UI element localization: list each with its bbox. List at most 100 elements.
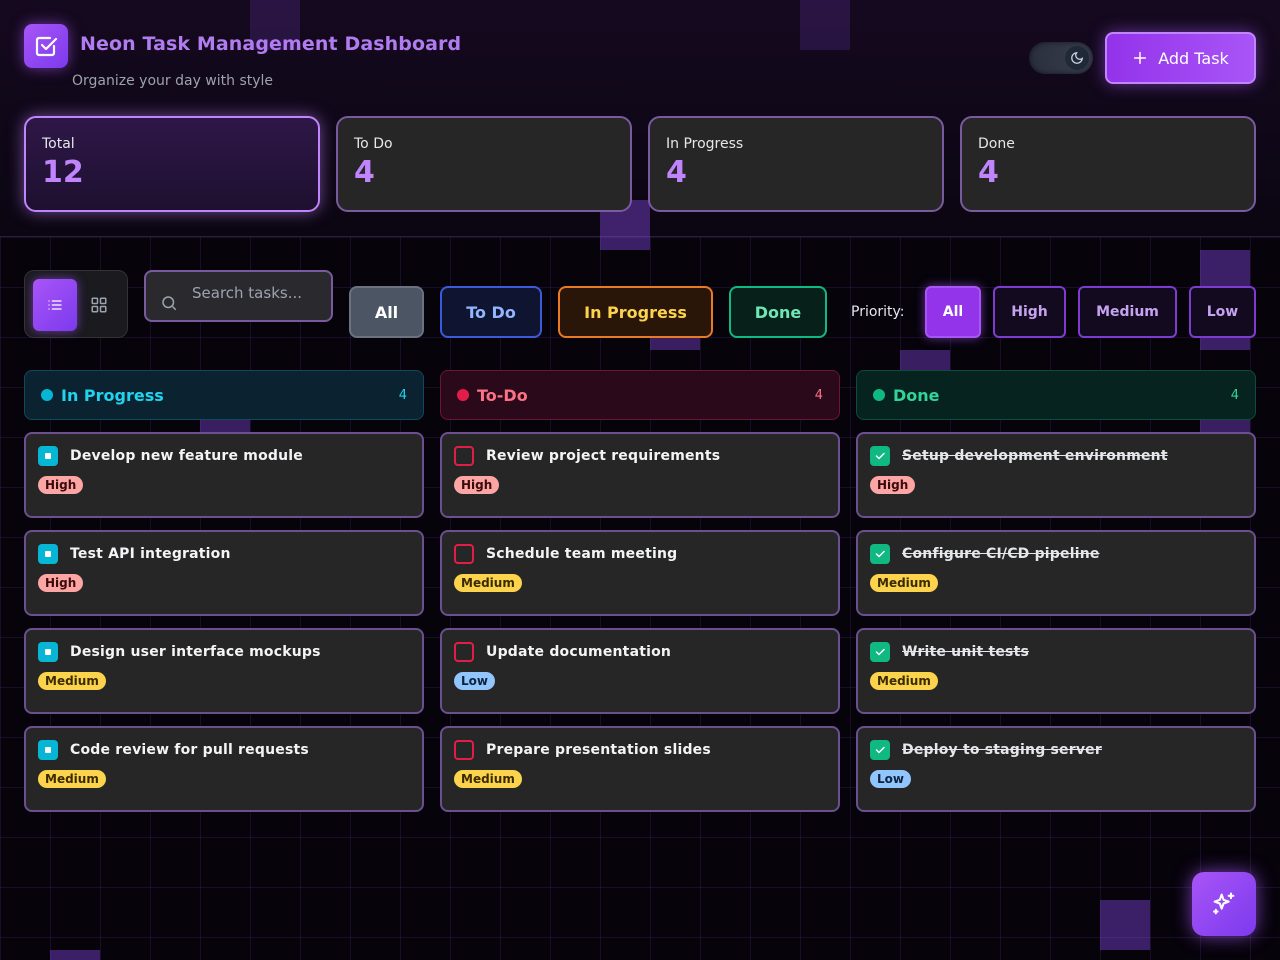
todo-checkbox[interactable] [454, 642, 474, 662]
task-title: Setup development environment [902, 448, 1168, 464]
filter-in-progress-button[interactable]: In Progress [558, 286, 713, 338]
add-task-label: Add Task [1158, 48, 1229, 68]
search-icon [162, 296, 177, 311]
task-title: Review project requirements [486, 448, 721, 464]
task-card[interactable]: Design user interface mockups Medium [24, 628, 424, 714]
sparkles-icon [1213, 892, 1235, 915]
column-header-done: Done 4 [856, 370, 1256, 420]
todo-checkbox[interactable] [454, 740, 474, 760]
priority-label: Priority: [851, 304, 905, 320]
priority-badge: Medium [870, 672, 938, 690]
filter-all-button[interactable]: All [349, 286, 424, 338]
stat-card-in-progress[interactable]: In Progress 4 [648, 116, 944, 212]
done-checkbox[interactable] [870, 642, 890, 662]
column-title: Done [893, 385, 940, 405]
priority-all-button[interactable]: All [925, 286, 981, 338]
stat-value: 12 [42, 155, 84, 190]
task-card[interactable]: Test API integration High [24, 530, 424, 616]
todo-checkbox[interactable] [454, 446, 474, 466]
status-dot [873, 389, 885, 401]
page-subtitle: Organize your day with style [72, 73, 274, 89]
filter-done-button[interactable]: Done [729, 286, 827, 338]
stat-label: In Progress [666, 136, 744, 152]
task-title: Write unit tests [902, 644, 1030, 660]
moon-icon [1071, 51, 1084, 64]
stat-label: Total [42, 136, 75, 152]
stat-value: 4 [666, 155, 687, 190]
column-title: To-Do [477, 385, 528, 405]
task-card[interactable]: Deploy to staging server Low [856, 726, 1256, 812]
progress-checkbox[interactable] [38, 446, 58, 466]
column-header-in-progress: In Progress 4 [24, 370, 424, 420]
task-card[interactable]: Code review for pull requests Medium [24, 726, 424, 812]
check-icon [875, 550, 885, 558]
decor-square [50, 950, 100, 960]
task-title: Schedule team meeting [486, 546, 678, 562]
column-title: In Progress [61, 385, 164, 405]
add-task-button[interactable]: Add Task [1105, 32, 1256, 84]
stat-card-done[interactable]: Done 4 [960, 116, 1256, 212]
theme-toggle[interactable] [1029, 42, 1093, 74]
task-card[interactable]: Update documentation Low [440, 628, 840, 714]
task-card[interactable]: Prepare presentation slides Medium [440, 726, 840, 812]
priority-high-button[interactable]: High [993, 286, 1066, 338]
stat-value: 4 [354, 155, 375, 190]
priority-badge: Medium [870, 574, 938, 592]
task-title: Test API integration [70, 546, 231, 562]
priority-low-button[interactable]: Low [1189, 286, 1256, 338]
column-header-todo: To-Do 4 [440, 370, 840, 420]
task-card[interactable]: Write unit tests Medium [856, 628, 1256, 714]
decor-square [1100, 900, 1150, 950]
list-icon [48, 300, 62, 310]
priority-badge: High [38, 476, 84, 494]
done-checkbox[interactable] [870, 446, 890, 466]
todo-checkbox[interactable] [454, 544, 474, 564]
priority-medium-button[interactable]: Medium [1078, 286, 1177, 338]
task-card[interactable]: Configure CI/CD pipeline Medium [856, 530, 1256, 616]
task-card[interactable]: Review project requirements High [440, 432, 840, 518]
stat-label: To Do [354, 136, 393, 152]
task-title: Code review for pull requests [70, 742, 309, 758]
priority-badge: Medium [38, 770, 106, 788]
search-box [144, 270, 333, 322]
decor-square [800, 0, 850, 50]
done-checkbox[interactable] [870, 544, 890, 564]
task-title: Design user interface mockups [70, 644, 321, 660]
grid-icon [91, 297, 107, 313]
task-title: Develop new feature module [70, 448, 303, 464]
done-checkbox[interactable] [870, 740, 890, 760]
stat-card-total[interactable]: Total 12 [24, 116, 320, 212]
priority-badge: High [38, 574, 84, 592]
theme-knob [1065, 46, 1089, 70]
column-count: 4 [398, 387, 407, 403]
progress-checkbox[interactable] [38, 740, 58, 760]
progress-checkbox[interactable] [38, 642, 58, 662]
column-count: 4 [1230, 387, 1239, 403]
task-title: Configure CI/CD pipeline [902, 546, 1100, 562]
column-count: 4 [814, 387, 823, 403]
task-card[interactable]: Setup development environment High [856, 432, 1256, 518]
check-icon [875, 648, 885, 656]
list-view-button[interactable] [33, 279, 77, 331]
grid-view-button[interactable] [77, 279, 121, 331]
status-dot [457, 389, 469, 401]
task-title: Deploy to staging server [902, 742, 1102, 758]
stat-card-todo[interactable]: To Do 4 [336, 116, 632, 212]
search-input[interactable] [192, 284, 322, 302]
sparkle-fab-button[interactable] [1192, 872, 1256, 936]
priority-badge: High [870, 476, 916, 494]
view-toggle [24, 270, 128, 338]
task-card[interactable]: Develop new feature module High [24, 432, 424, 518]
stat-label: Done [978, 136, 1015, 152]
plus-icon [1134, 51, 1147, 65]
task-title: Prepare presentation slides [486, 742, 711, 758]
task-card[interactable]: Schedule team meeting Medium [440, 530, 840, 616]
filter-todo-button[interactable]: To Do [440, 286, 542, 338]
page-title: Neon Task Management Dashboard [80, 33, 462, 55]
priority-badge: Low [870, 770, 911, 788]
priority-badge: Low [454, 672, 495, 690]
stat-value: 4 [978, 155, 999, 190]
checkbox-icon [35, 36, 58, 57]
check-icon [875, 452, 885, 460]
progress-checkbox[interactable] [38, 544, 58, 564]
